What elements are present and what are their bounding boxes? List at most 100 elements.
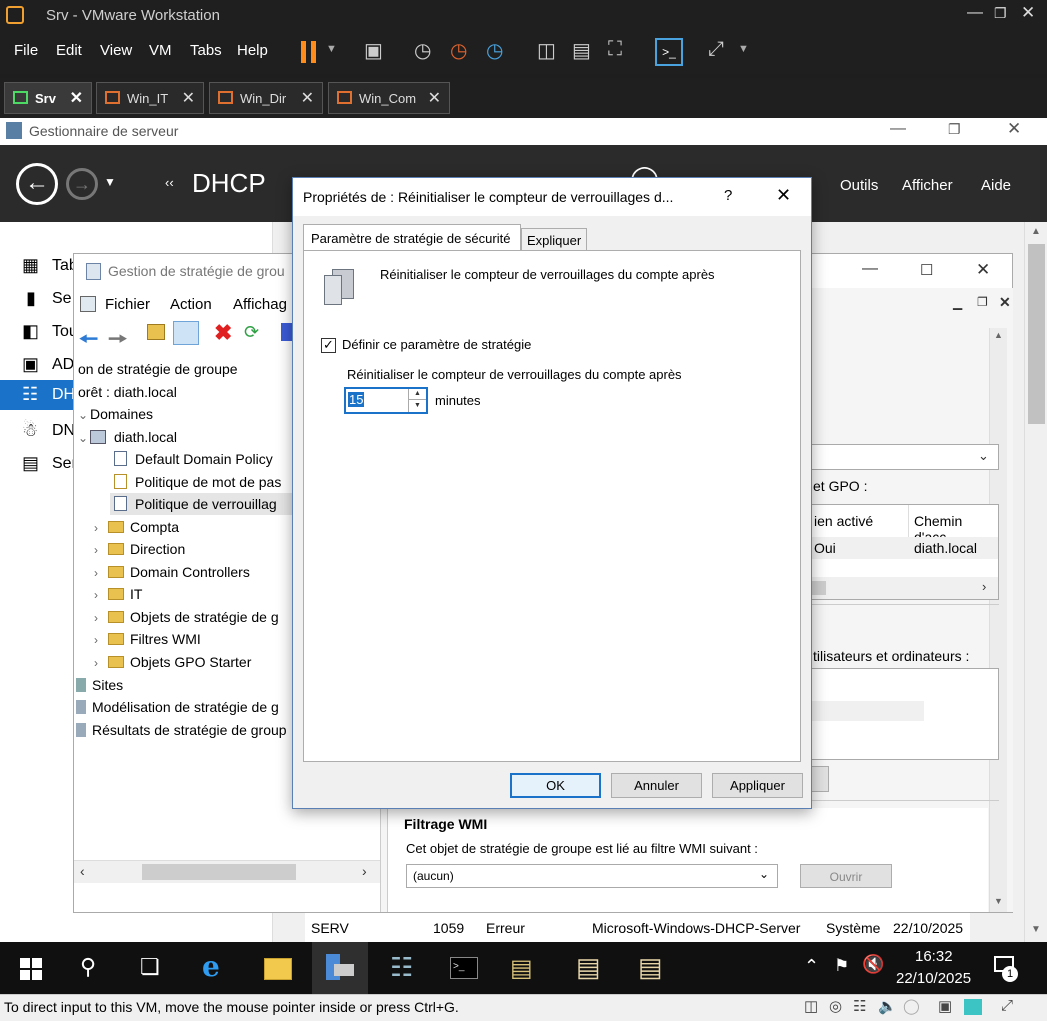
chevron-down-icon[interactable]: ▼ — [738, 43, 749, 55]
tree-forest[interactable]: orêt : diath.local — [78, 381, 177, 403]
hard-disk-icon[interactable]: ◫ — [804, 997, 818, 1015]
chevron-right-icon[interactable]: › — [362, 863, 367, 879]
clock-date[interactable]: 22/10/2025 — [896, 970, 971, 987]
tab-srv[interactable]: Srv ✕ — [4, 82, 92, 114]
menu-help[interactable]: Help — [237, 42, 268, 59]
tree-modeling[interactable]: Modélisation de stratégie de g — [76, 696, 279, 718]
sound-icon[interactable]: 🔈 — [878, 997, 897, 1015]
forward-icon[interactable]: → — [66, 168, 98, 200]
restore-icon[interactable]: ❐ — [948, 121, 961, 138]
chevron-down-icon[interactable]: ▼ — [994, 896, 1003, 906]
tree-root[interactable]: on de stratégie de groupe — [78, 358, 238, 380]
close-icon[interactable]: ✕ — [976, 260, 990, 280]
tab-policy-setting[interactable]: Paramètre de stratégie de sécurité — [303, 224, 521, 251]
console-view-icon[interactable]: >_ — [655, 38, 683, 66]
menu-action[interactable]: Action — [170, 296, 212, 313]
thumbnail-bar-icon[interactable]: ▤ — [572, 38, 591, 63]
close-icon[interactable]: ✕ — [999, 294, 1011, 311]
show-hide-tree-icon[interactable] — [173, 321, 199, 345]
menu-edit[interactable]: Edit — [56, 42, 82, 59]
notification-icon[interactable]: 1 — [994, 954, 1018, 984]
help-button[interactable]: ? — [724, 187, 732, 204]
server-manager-taskbar-icon[interactable] — [312, 942, 368, 994]
chevron-up-icon[interactable]: ▲ — [994, 330, 1003, 340]
chevron-down-icon[interactable]: ▼ — [1031, 924, 1041, 935]
minimize-icon[interactable]: — — [890, 120, 906, 138]
horizontal-scrollbar[interactable]: › — [808, 577, 998, 599]
back-icon[interactable]: ← — [16, 163, 58, 205]
restore-icon[interactable]: ❐ — [977, 295, 988, 309]
apply-button[interactable]: Appliquer — [712, 773, 803, 798]
tree-ou[interactable]: › Domain Controllers — [94, 561, 250, 583]
tree-gpo-link[interactable]: Politique de mot de pas — [114, 471, 281, 493]
revert-snapshot-icon[interactable]: ◷ — [450, 38, 467, 63]
chevron-right-icon[interactable]: › — [94, 584, 108, 606]
warning-flag-icon[interactable]: ⚑ — [834, 956, 849, 976]
tree-domains[interactable]: ⌄ Domaines — [78, 403, 153, 425]
table-row[interactable]: Oui diath.local — [808, 537, 998, 559]
fullscreen-exit-icon[interactable]: ⤢ — [1001, 997, 1013, 1014]
maximize-icon[interactable]: ☐ — [920, 261, 933, 279]
wireless-icon[interactable]: ◯ — [903, 997, 920, 1015]
up-folder-icon[interactable] — [147, 324, 165, 340]
clock-time[interactable]: 16:32 — [915, 948, 953, 965]
tree-results[interactable]: Résultats de stratégie de group — [76, 719, 287, 741]
col-link-enabled[interactable]: ien activé — [814, 513, 873, 529]
chevron-down-icon[interactable]: ⌄ — [78, 427, 90, 449]
notepad-icon[interactable]: ▤ — [638, 952, 663, 983]
chevron-right-icon[interactable]: › — [94, 629, 108, 651]
task-view-icon[interactable]: ❏ — [140, 954, 160, 980]
minutes-value[interactable]: 15 — [348, 392, 365, 407]
scrollbar-thumb[interactable] — [142, 864, 296, 880]
menu-view[interactable]: View — [100, 42, 132, 59]
list-item[interactable] — [808, 701, 924, 721]
scrollbar[interactable]: ▲ ▼ — [989, 328, 1007, 912]
minimize-icon[interactable]: ▁ — [953, 296, 962, 310]
tree-ou[interactable]: › IT — [94, 583, 142, 605]
fullscreen-icon[interactable]: ⛶ — [608, 38, 622, 61]
chevron-left-icon[interactable]: ‹ — [80, 863, 85, 879]
internet-explorer-icon[interactable]: e — [202, 950, 220, 983]
events-row[interactable]: SERV 1059 Erreur Microsoft-Windows-DHCP-… — [305, 912, 970, 942]
menu-fichier[interactable]: Fichier — [105, 296, 150, 313]
send-ctrl-alt-del-icon[interactable]: ▣ — [364, 38, 383, 63]
close-icon[interactable]: ✕ — [428, 88, 441, 108]
wmi-filter-select[interactable]: (aucun) ⌄ — [406, 864, 778, 888]
close-icon[interactable]: ✕ — [1007, 119, 1021, 139]
gpm-taskbar-icon[interactable]: ▤ — [576, 952, 601, 983]
menu-vm[interactable]: VM — [149, 42, 172, 59]
snapshot-icon[interactable]: ◷ — [414, 38, 431, 63]
chevron-right-icon[interactable]: › — [94, 539, 108, 561]
spin-up-button[interactable]: ▲ — [408, 389, 426, 400]
chevron-up-icon[interactable]: ⌃ — [804, 956, 819, 977]
restore-icon[interactable]: ❐ — [994, 5, 1007, 22]
close-icon[interactable]: ✕ — [182, 88, 195, 108]
menu-affichage[interactable]: Affichag — [233, 296, 287, 313]
menu-afficher[interactable]: Afficher — [902, 177, 953, 194]
close-icon[interactable]: ✕ — [776, 185, 791, 206]
horizontal-scrollbar[interactable]: ‹ › — [74, 860, 380, 883]
scrollbar-thumb[interactable] — [1028, 244, 1045, 424]
message-icon[interactable] — [964, 999, 982, 1015]
refresh-icon[interactable]: ⟳ — [244, 322, 259, 343]
tree-starter-gpos[interactable]: › Objets GPO Starter — [94, 651, 251, 673]
scrollbar[interactable]: ▲ ▼ — [1024, 222, 1047, 942]
tab-win-com[interactable]: Win_Com ✕ — [328, 82, 450, 114]
minimize-icon[interactable]: — — [862, 260, 878, 278]
tab-explain[interactable]: Expliquer — [521, 228, 587, 251]
menu-tabs[interactable]: Tabs — [190, 42, 222, 59]
delete-icon[interactable]: ✖ — [214, 320, 232, 346]
menu-outils[interactable]: Outils — [840, 177, 878, 194]
chevron-right-icon[interactable]: › — [94, 517, 108, 539]
minimize-icon[interactable]: — — [967, 4, 983, 22]
cd-icon[interactable]: ◎ — [829, 997, 842, 1015]
volume-muted-icon[interactable]: 🔇 — [862, 954, 884, 975]
chevron-right-icon[interactable]: › — [94, 607, 108, 629]
tree-ou[interactable]: › Compta — [94, 516, 179, 538]
chevron-down-icon[interactable]: ▼ — [326, 43, 337, 55]
snapshot-manager-icon[interactable]: ◷ — [486, 38, 503, 63]
network-tool-icon[interactable]: ☷ — [390, 952, 413, 983]
chevron-down-icon[interactable]: ▼ — [104, 175, 116, 189]
spin-down-button[interactable]: ▼ — [408, 400, 426, 412]
tree-sites[interactable]: Sites — [76, 674, 123, 696]
